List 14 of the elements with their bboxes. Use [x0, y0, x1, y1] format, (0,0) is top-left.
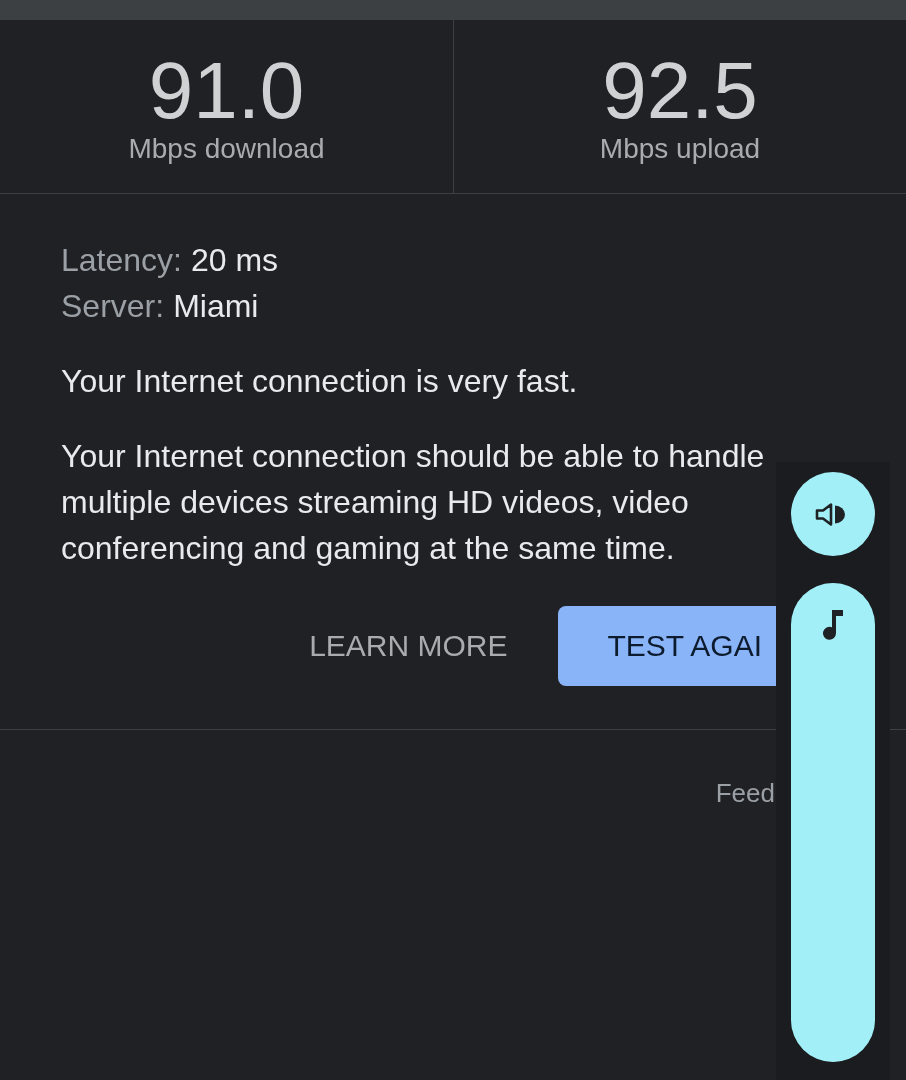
- description-text: Your Internet connection should be able to handle multiple devices streaming HD videos, video conferencing and gaming at the same time.: [61, 437, 766, 568]
- detail-value: 20 ms: [190, 241, 279, 280]
- speed-value: 92.5: [602, 48, 758, 133]
- speed-value: 91.0: [148, 48, 305, 133]
- music-note-icon: [823, 609, 844, 640]
- speed-unit: Mbps upload: [599, 132, 761, 165]
- filled-button[interactable]: TEST AGAI: [557, 606, 776, 686]
- text-button[interactable]: LEARN MORE: [285, 606, 532, 686]
- detail-label: Latency:: [61, 241, 182, 280]
- speed-unit: Mbps download: [128, 132, 325, 165]
- summary-text: Your Internet connection is very fast.: [61, 362, 579, 401]
- detail-value: Miami: [173, 287, 259, 326]
- detail-label: Server:: [61, 287, 165, 326]
- footer-link[interactable]: Feed: [715, 777, 775, 809]
